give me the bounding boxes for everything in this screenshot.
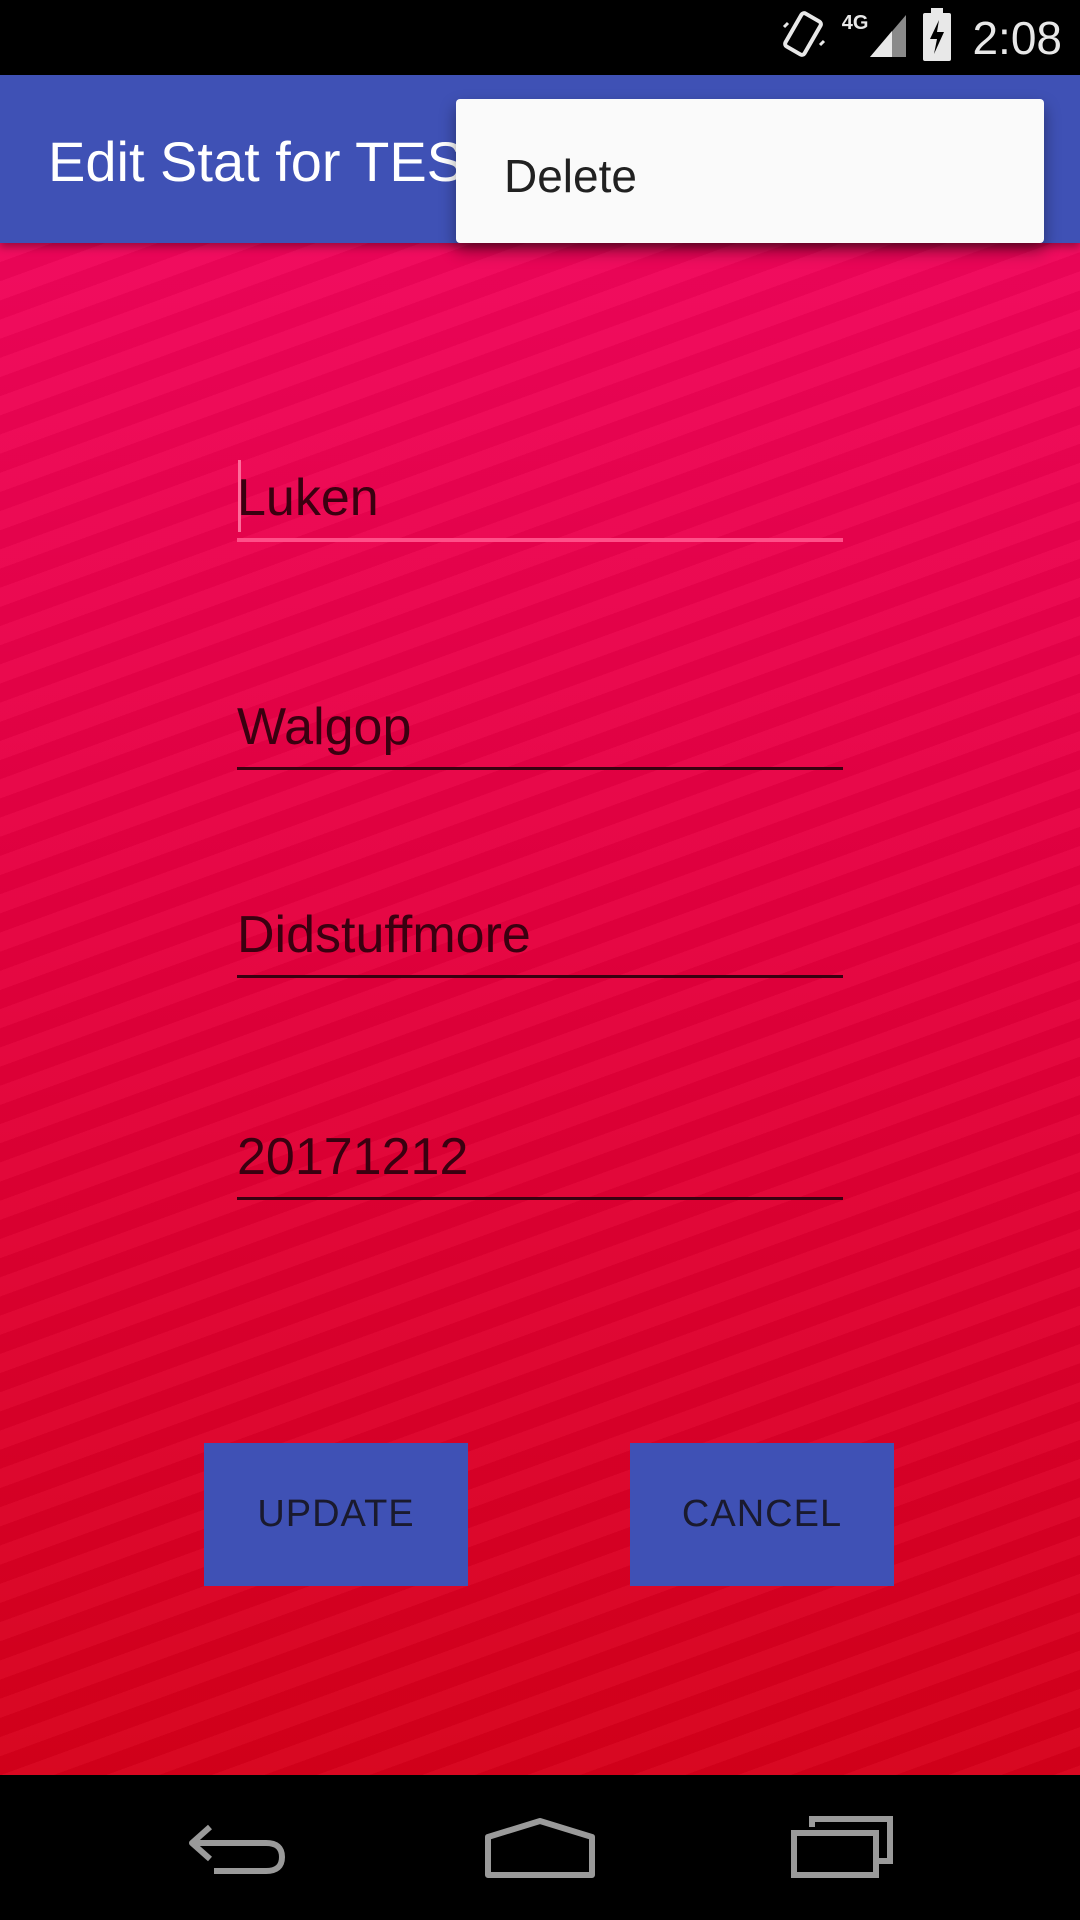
form-area: Luken Walgop Didstuffmore 20171212 xyxy=(0,243,1080,1775)
recents-icon[interactable] xyxy=(790,1815,894,1884)
back-icon[interactable] xyxy=(186,1817,290,1882)
menu-item-delete[interactable]: Delete xyxy=(504,149,637,203)
page-title: Edit Stat for TEST xyxy=(48,130,499,193)
battery-charging-icon xyxy=(922,8,952,67)
last-name-value: Walgop xyxy=(237,698,412,756)
date-field[interactable]: 20171212 xyxy=(237,1117,843,1200)
overflow-menu: Delete xyxy=(456,99,1044,243)
last-name-field[interactable]: Walgop xyxy=(237,687,843,770)
status-bar: 4G 2:08 xyxy=(0,0,1080,75)
cancel-button[interactable]: CANCEL xyxy=(630,1443,894,1586)
network-type-label: 4G xyxy=(841,12,869,34)
first-name-field[interactable]: Luken xyxy=(237,458,843,542)
stat-value: Didstuffmore xyxy=(237,906,531,964)
vibrate-icon xyxy=(780,9,828,66)
update-button[interactable]: UPDATE xyxy=(204,1443,468,1586)
home-icon[interactable] xyxy=(484,1817,596,1886)
stat-field[interactable]: Didstuffmore xyxy=(237,895,843,978)
signal-icon xyxy=(868,11,908,64)
status-icons: 4G 2:08 xyxy=(780,0,1062,75)
date-value: 20171212 xyxy=(237,1128,469,1186)
status-time: 2:08 xyxy=(972,11,1062,64)
first-name-value: Luken xyxy=(237,469,379,527)
navigation-bar xyxy=(0,1775,1080,1920)
